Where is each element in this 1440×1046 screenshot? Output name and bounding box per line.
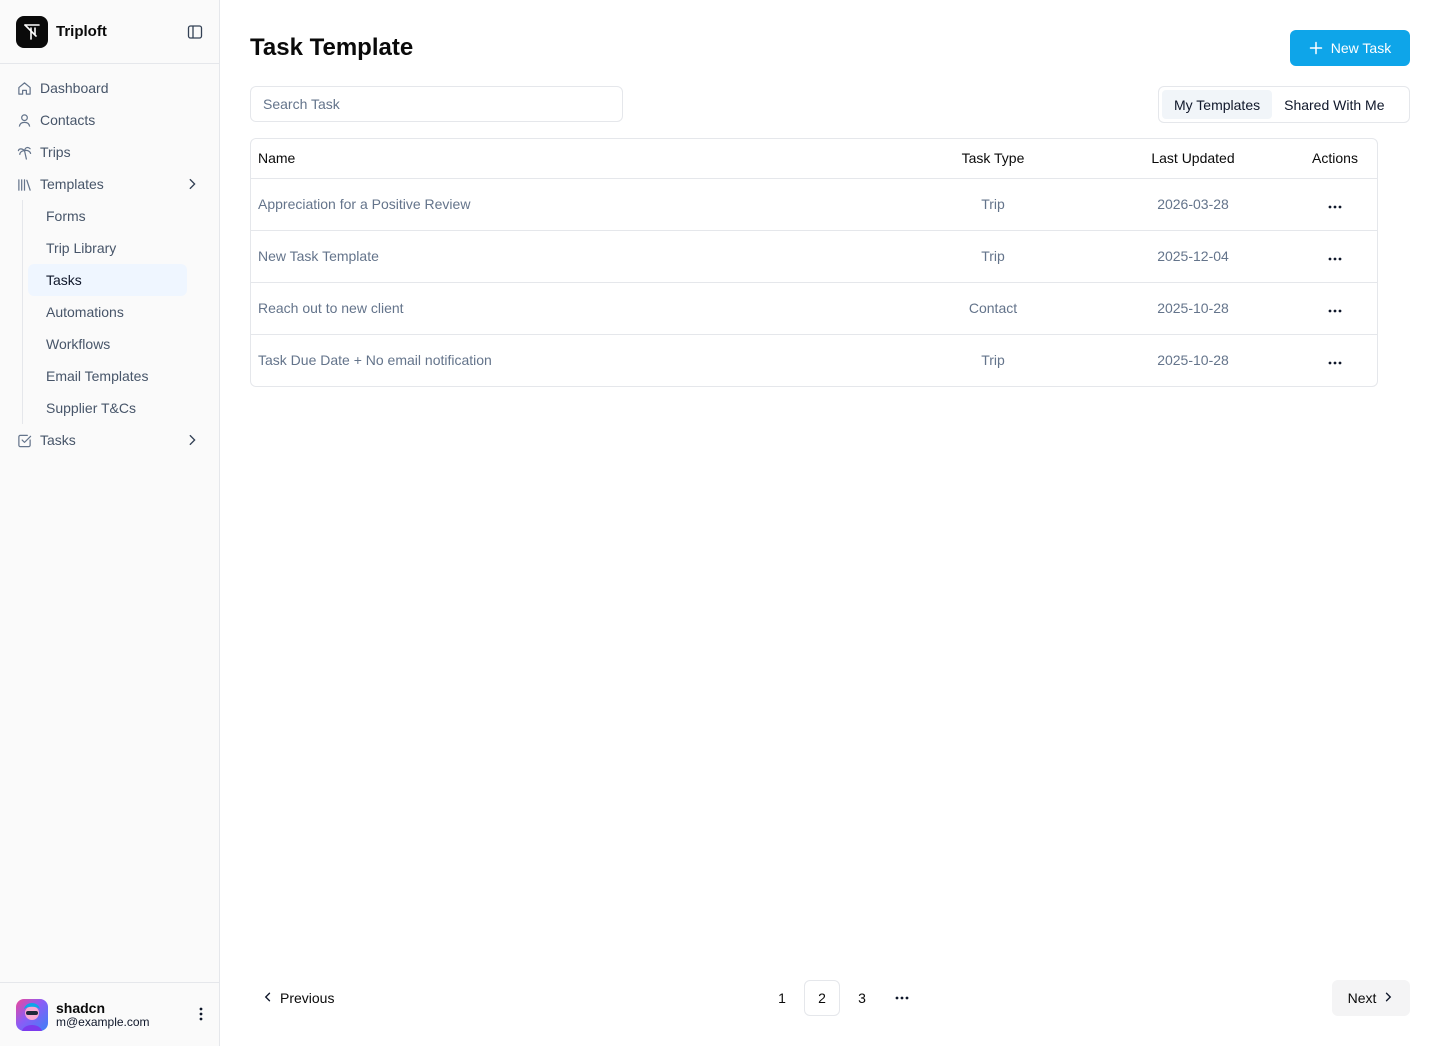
sidebar-subitem-automations[interactable]: Automations bbox=[28, 296, 187, 328]
last-updated-cell: 2026-03-28 bbox=[1093, 178, 1293, 231]
table-row[interactable]: Task Due Date + No email notification Tr… bbox=[251, 334, 1377, 386]
app-logo[interactable] bbox=[16, 15, 48, 48]
task-type-cell: Trip bbox=[981, 352, 1005, 369]
task-name-cell[interactable]: New Task Template bbox=[251, 230, 893, 283]
sidebar-item-label: Dashboard bbox=[40, 80, 109, 96]
task-template-table: Name Task Type Last Updated Actions Appr… bbox=[250, 138, 1378, 387]
page-link-3[interactable]: 3 bbox=[844, 980, 880, 1016]
sidebar-nav: Dashboard Contacts Trips Templates Forms… bbox=[0, 64, 219, 456]
next-label: Next bbox=[1347, 990, 1377, 1006]
chevron-right-icon bbox=[185, 433, 199, 452]
actions-cell bbox=[1293, 334, 1377, 386]
table-row[interactable]: Appreciation for a Positive Review Trip … bbox=[251, 178, 1377, 231]
task-name-cell[interactable]: Reach out to new client bbox=[251, 282, 893, 335]
table-row[interactable]: Reach out to new client Contact 2025-10-… bbox=[251, 282, 1377, 335]
sidebar-item-trips[interactable]: Trips bbox=[0, 136, 211, 168]
table-header-row: Name Task Type Last Updated Actions bbox=[251, 139, 1377, 179]
plus-icon bbox=[1309, 41, 1323, 55]
sidebar-item-label: Tasks bbox=[40, 432, 76, 448]
sidebar-toggle-icon[interactable] bbox=[185, 22, 205, 42]
task-name-cell[interactable]: Appreciation for a Positive Review bbox=[251, 178, 893, 231]
sidebar: Triploft Dashboard Contacts Trips Templa… bbox=[0, 0, 220, 1046]
sidebar-subitem-workflows[interactable]: Workflows bbox=[28, 328, 187, 360]
task-name-cell[interactable]: Task Due Date + No email notification bbox=[251, 334, 893, 386]
table-row[interactable]: New Task Template Trip 2025-12-04 bbox=[251, 230, 1377, 283]
page-link-1[interactable]: 1 bbox=[764, 980, 800, 1016]
previous-label: Previous bbox=[280, 990, 335, 1006]
page-list: 1 2 3 bbox=[764, 980, 924, 1016]
task-type-cell: Contact bbox=[893, 282, 1093, 335]
chevron-left-icon bbox=[262, 990, 274, 1006]
sidebar-item-label: Trips bbox=[40, 144, 71, 160]
actions-cell bbox=[1293, 282, 1377, 335]
sidebar-item-contacts[interactable]: Contacts bbox=[0, 104, 211, 136]
checkbox-icon bbox=[16, 432, 32, 448]
previous-page-button[interactable]: Previous bbox=[250, 980, 346, 1016]
palm-tree-icon bbox=[16, 144, 32, 160]
column-header-actions: Actions bbox=[1293, 139, 1377, 179]
new-task-label: New Task bbox=[1330, 40, 1392, 56]
column-header-last-updated[interactable]: Last Updated bbox=[1093, 139, 1293, 179]
sidebar-item-templates[interactable]: Templates bbox=[0, 168, 211, 200]
main-content: Task Template New Task My Templates Shar… bbox=[220, 0, 1440, 1046]
ellipsis-icon bbox=[884, 980, 920, 1016]
tab-shared-with-me[interactable]: Shared With Me bbox=[1272, 90, 1396, 119]
tab-my-templates[interactable]: My Templates bbox=[1162, 90, 1273, 119]
task-type-cell: Trip bbox=[893, 178, 1093, 231]
more-horizontal-icon[interactable] bbox=[1328, 205, 1342, 209]
sidebar-subitem-trip-library[interactable]: Trip Library bbox=[28, 232, 187, 264]
sidebar-item-dashboard[interactable]: Dashboard bbox=[0, 72, 211, 104]
library-icon bbox=[16, 176, 32, 192]
next-page-button[interactable]: Next bbox=[1332, 980, 1410, 1016]
column-header-name[interactable]: Name bbox=[251, 139, 893, 179]
more-horizontal-icon[interactable] bbox=[1328, 309, 1342, 313]
sidebar-item-label: Contacts bbox=[40, 112, 96, 128]
search-input[interactable] bbox=[250, 86, 623, 122]
last-updated-cell: 2025-10-28 bbox=[1093, 282, 1293, 335]
column-header-task-type[interactable]: Task Type bbox=[893, 139, 1093, 179]
last-updated-cell: 2025-10-28 bbox=[1157, 352, 1229, 369]
app-name: Triploft bbox=[56, 23, 107, 40]
more-vertical-icon[interactable] bbox=[199, 1007, 203, 1026]
page-link-2[interactable]: 2 bbox=[804, 980, 840, 1016]
task-type-cell: Trip bbox=[893, 230, 1093, 283]
sidebar-subitem-tasks[interactable]: Tasks bbox=[28, 264, 187, 296]
sidebar-subitem-supplier-tcs[interactable]: Supplier T&Cs bbox=[28, 392, 187, 424]
more-horizontal-icon[interactable] bbox=[1328, 361, 1342, 365]
last-updated-cell: 2025-12-04 bbox=[1093, 230, 1293, 283]
user-name: shadcn bbox=[56, 999, 106, 1016]
sidebar-item-tasks[interactable]: Tasks bbox=[0, 424, 211, 456]
avatar bbox=[16, 998, 48, 1031]
user-profile[interactable]: shadcn m@example.com bbox=[0, 982, 219, 1046]
new-task-button[interactable]: New Task bbox=[1290, 30, 1410, 66]
brand-header: Triploft bbox=[0, 0, 219, 64]
user-icon bbox=[16, 112, 32, 128]
home-icon bbox=[16, 80, 32, 96]
actions-cell bbox=[1293, 230, 1377, 283]
more-horizontal-icon[interactable] bbox=[1328, 257, 1342, 261]
sidebar-item-label: Templates bbox=[40, 176, 104, 192]
sidebar-subitem-forms[interactable]: Forms bbox=[28, 200, 187, 232]
actions-cell bbox=[1293, 178, 1377, 231]
template-scope-toggle: My Templates Shared With Me bbox=[1158, 86, 1410, 123]
chevron-right-icon bbox=[185, 177, 199, 196]
templates-subnav: Forms Trip Library Tasks Automations Wor… bbox=[22, 200, 219, 424]
user-email: m@example.com bbox=[56, 1014, 150, 1029]
chevron-right-icon bbox=[1382, 990, 1394, 1006]
sidebar-subitem-email-templates[interactable]: Email Templates bbox=[28, 360, 187, 392]
page-title: Task Template bbox=[250, 34, 414, 61]
